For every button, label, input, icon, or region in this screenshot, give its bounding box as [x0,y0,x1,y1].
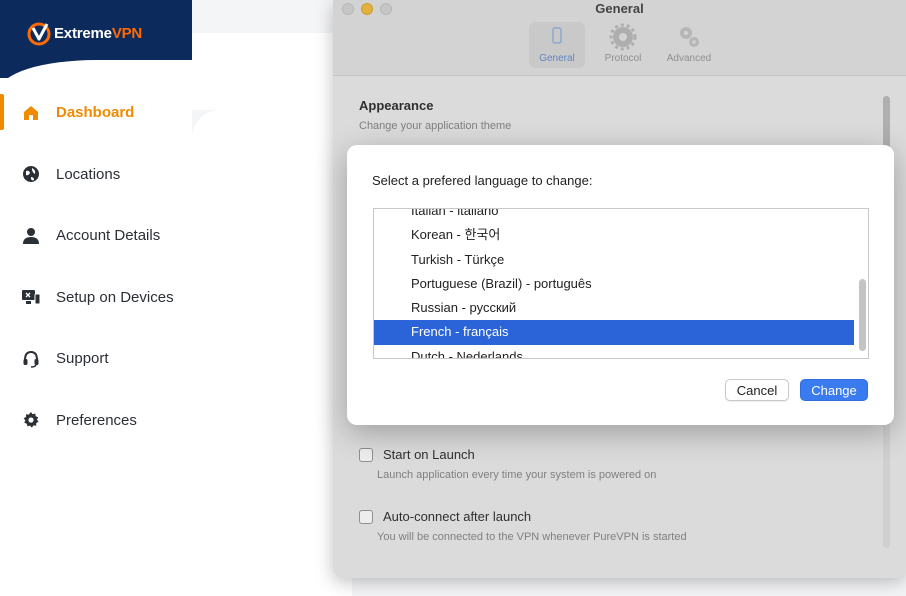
home-icon [21,103,41,123]
list-item[interactable]: Italian - italiano [374,209,854,223]
globe-icon [21,164,41,184]
language-list-scrollbar[interactable] [859,279,866,351]
sidebar-nav: Dashboard Locations Account Details Setu… [0,82,192,451]
sidebar-item-dashboard[interactable]: Dashboard [0,82,192,144]
gear-icon [21,410,41,430]
dialog-prompt: Select a prefered language to change: [372,173,593,188]
list-item[interactable]: Russian - русский [374,296,854,320]
cancel-button[interactable]: Cancel [725,379,789,401]
list-item[interactable]: Dutch - Nederlands [374,345,854,358]
content-header-area [192,33,352,110]
sidebar-item-label: Support [56,350,109,368]
sidebar-item-label: Dashboard [56,104,135,122]
devices-icon [21,287,41,307]
logo-icon [27,22,51,46]
sidebar-item-label: Preferences [56,411,137,429]
user-icon [21,226,41,246]
list-item[interactable]: Turkish - Türkçe [374,248,854,272]
list-item-selected[interactable]: French - français [374,320,854,345]
logo-suffix: VPN [111,24,143,42]
language-list-items: Italian - italiano Korean - 한국어 Turkish … [374,209,854,358]
sidebar-item-setup-on-devices[interactable]: Setup on Devices [0,267,192,329]
language-dialog: Select a prefered language to change: It… [347,145,894,425]
sidebar-item-label: Account Details [56,227,161,245]
app-logo: ExtremeVPN [26,20,142,46]
content-card [192,110,352,596]
change-button[interactable]: Change [800,379,868,401]
sidebar-item-locations[interactable]: Locations [0,144,192,206]
list-item[interactable]: Portuguese (Brazil) - português [374,272,854,296]
sidebar-item-label: Setup on Devices [56,288,174,306]
language-list[interactable]: Italian - italiano Korean - 한국어 Turkish … [373,208,869,359]
headset-icon [21,349,41,369]
sidebar-item-account-details[interactable]: Account Details [0,205,192,267]
logo-text: ExtremeVPN [54,25,142,42]
brand-header: ExtremeVPN [0,0,192,78]
logo-name: Extreme [54,24,112,42]
sidebar-item-preferences[interactable]: Preferences [0,390,192,452]
sidebar-item-support[interactable]: Support [0,328,192,390]
sidebar: ExtremeVPN Dashboard Locations Account D… [0,0,192,596]
brand-wave [0,60,192,78]
list-item[interactable]: Korean - 한국어 [374,223,854,247]
sidebar-item-label: Locations [56,165,121,183]
